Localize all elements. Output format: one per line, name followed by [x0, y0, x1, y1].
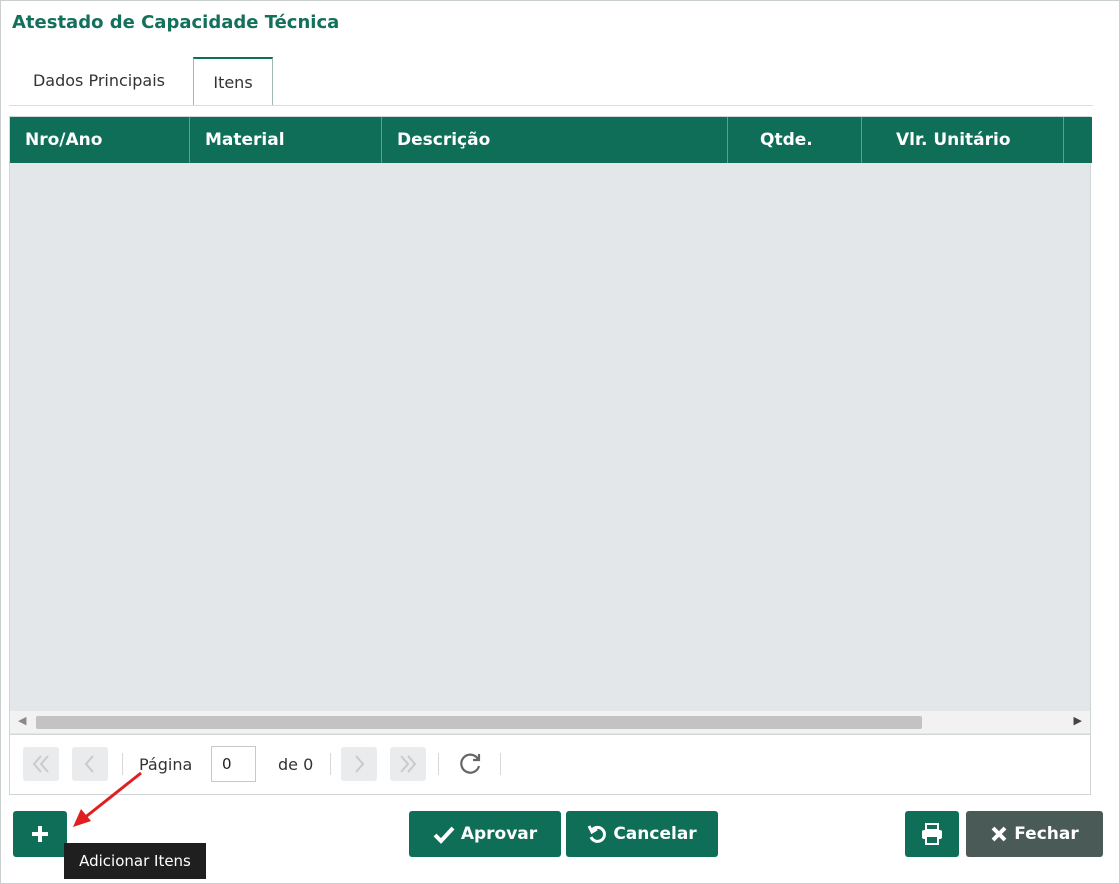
cancelar-button[interactable]: Cancelar	[566, 811, 718, 857]
printer-icon	[922, 823, 942, 845]
column-header-material[interactable]: Material	[190, 117, 382, 163]
chevron-right-icon	[355, 755, 365, 773]
double-chevron-left-icon	[32, 755, 49, 773]
cancelar-label: Cancelar	[613, 824, 697, 844]
add-items-tooltip: Adicionar Itens	[64, 843, 206, 879]
pager-toolbar: Página 0 de 0	[9, 735, 1091, 795]
scroll-left-icon[interactable]: ◀	[18, 714, 26, 727]
aprovar-button[interactable]: Aprovar	[409, 811, 561, 857]
fechar-button[interactable]: Fechar	[966, 811, 1103, 857]
grid-header: Nro/Ano Material Descrição Qtde. Vlr. Un…	[10, 117, 1092, 163]
tab-dados-principais[interactable]: Dados Principais	[15, 63, 183, 97]
page-count-label: de 0	[278, 755, 314, 774]
dialog-window: Atestado de Capacidade Técnica Dados Pri…	[0, 0, 1120, 884]
first-page-button[interactable]	[23, 747, 59, 781]
column-header-nro-ano[interactable]: Nro/Ano	[10, 117, 190, 163]
scroll-right-icon[interactable]: ▶	[1074, 714, 1082, 727]
print-button[interactable]	[905, 811, 959, 857]
annotation-arrow	[73, 771, 142, 827]
check-icon	[433, 826, 455, 844]
aprovar-label: Aprovar	[460, 824, 538, 844]
dialog-title: Atestado de Capacidade Técnica	[12, 12, 340, 33]
tab-itens[interactable]: Itens	[193, 57, 273, 105]
last-page-button[interactable]	[390, 747, 426, 781]
refresh-button[interactable]	[456, 747, 486, 781]
pager-separator	[500, 753, 501, 775]
next-page-button[interactable]	[341, 747, 377, 781]
fechar-label: Fechar	[1014, 824, 1079, 844]
horizontal-scrollbar[interactable]: ◀ ▶	[10, 711, 1090, 733]
close-icon	[991, 826, 1007, 842]
pager-separator	[330, 753, 331, 775]
column-header-descricao[interactable]: Descrição	[382, 117, 728, 163]
pager-separator	[438, 753, 439, 775]
page-number-input[interactable]: 0	[211, 746, 256, 782]
column-header-vlr-unitario[interactable]: Vlr. Unitário	[862, 117, 1064, 163]
undo-icon	[587, 825, 607, 843]
column-header-filler	[1064, 117, 1092, 163]
column-header-qtde[interactable]: Qtde.	[728, 117, 862, 163]
scrollbar-thumb[interactable]	[36, 716, 922, 729]
tab-divider	[9, 105, 1093, 106]
double-chevron-right-icon	[400, 755, 417, 773]
add-items-button[interactable]	[13, 811, 67, 857]
items-grid: Nro/Ano Material Descrição Qtde. Vlr. Un…	[9, 116, 1092, 735]
plus-icon	[32, 826, 48, 842]
refresh-icon	[460, 753, 481, 774]
